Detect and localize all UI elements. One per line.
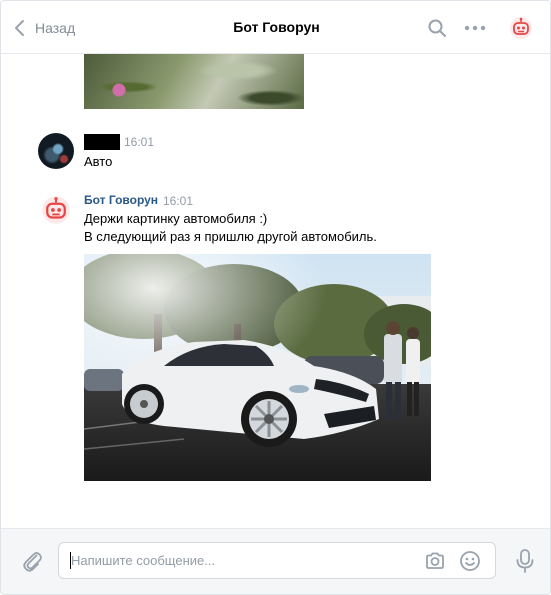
message-input[interactable] — [71, 543, 411, 578]
message-line-1: Держи картинку автомобиля :) — [84, 211, 268, 226]
message-time: 16:01 — [124, 135, 155, 149]
previous-photo-attachment[interactable] — [84, 54, 304, 109]
bot-avatar[interactable] — [38, 192, 74, 228]
chat-window: Назад Бот Говорун 16:01 Авто Бот Говорун… — [0, 0, 551, 595]
attach-icon[interactable] — [20, 549, 44, 573]
user-avatar[interactable] — [38, 133, 74, 169]
robot-icon — [42, 196, 70, 224]
message-line-2: В следующий раз я пришлю другой автомоби… — [84, 229, 377, 244]
author-name[interactable]: Бот Говорун — [84, 193, 158, 207]
bot-avatar-icon[interactable] — [509, 16, 533, 40]
more-icon[interactable] — [463, 16, 487, 40]
emoji-icon[interactable] — [458, 549, 482, 573]
car-photo-attachment[interactable] — [84, 254, 431, 481]
message-list[interactable]: 16:01 Авто Бот Говорун 16:01 Держи карти… — [1, 54, 550, 528]
redacted-username — [84, 134, 120, 150]
search-icon[interactable] — [425, 16, 449, 40]
chat-header: Назад Бот Говорун — [1, 1, 550, 54]
microphone-icon[interactable] — [513, 548, 537, 574]
message-time: 16:01 — [163, 194, 194, 208]
camera-icon[interactable] — [423, 549, 447, 573]
message-input-field[interactable] — [58, 542, 496, 579]
message-composer — [1, 528, 550, 594]
message-text: Авто — [84, 154, 113, 169]
